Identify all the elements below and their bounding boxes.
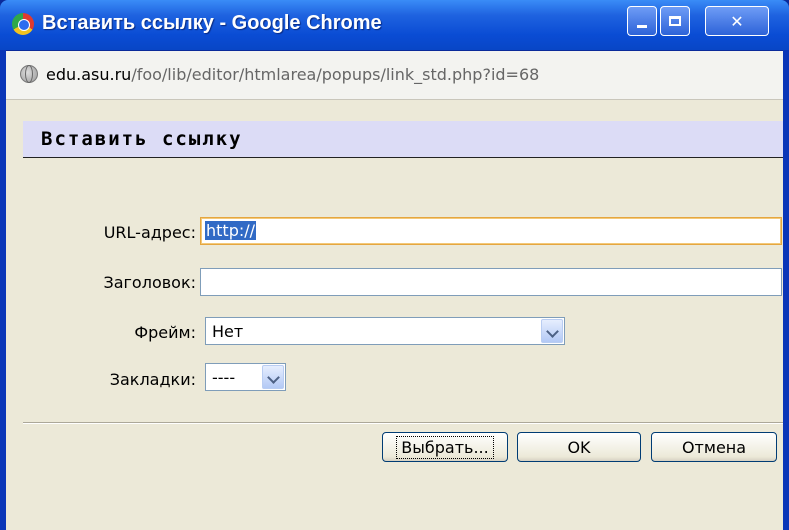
url-input-value: http://: [205, 221, 257, 240]
ok-button-label: OK: [567, 437, 591, 457]
heading-label: Заголовок:: [103, 273, 196, 292]
frame-label: Фрейм:: [134, 323, 196, 342]
window-title: Вставить ссылку - Google Chrome: [42, 12, 382, 34]
dialog-content: Вставить ссылку URL-адрес: http:// Загол…: [6, 100, 783, 530]
browse-button-label: Выбрать...: [396, 435, 494, 459]
frame-select[interactable]: Нет: [205, 317, 565, 345]
browse-button[interactable]: Выбрать...: [382, 432, 508, 462]
address-path: /foo/lib/editor/htmlarea/popups/link_std…: [131, 65, 540, 84]
cancel-button-label: Отмена: [681, 437, 747, 457]
minimize-button[interactable]: [627, 6, 657, 36]
close-button[interactable]: ✕: [705, 6, 769, 36]
ok-button[interactable]: OK: [517, 432, 641, 462]
address-host: edu.asu.ru: [46, 65, 132, 84]
chrome-icon: [12, 13, 34, 35]
dialog-header: Вставить ссылку: [23, 121, 783, 158]
maximize-icon: [669, 16, 681, 26]
window-frame-right: [783, 50, 789, 530]
url-label: URL-адрес:: [103, 223, 196, 242]
maximize-button[interactable]: [660, 6, 690, 36]
close-icon: ✕: [730, 11, 744, 31]
cancel-button[interactable]: Отмена: [651, 432, 777, 462]
url-input[interactable]: http://: [200, 217, 782, 245]
divider: [23, 422, 783, 424]
bookmarks-label: Закладки:: [109, 370, 196, 389]
chevron-down-icon[interactable]: [262, 365, 284, 389]
bookmarks-select[interactable]: ----: [205, 363, 286, 391]
bookmarks-select-value: ----: [212, 368, 236, 387]
address-bar[interactable]: edu.asu.ru/foo/lib/editor/htmlarea/popup…: [6, 51, 783, 100]
globe-icon: [20, 65, 38, 83]
title-bar[interactable]: Вставить ссылку - Google Chrome ✕: [0, 0, 789, 50]
chevron-down-icon[interactable]: [541, 319, 563, 343]
minimize-icon: [637, 24, 647, 28]
dialog-title: Вставить ссылку: [41, 128, 243, 150]
frame-select-value: Нет: [212, 322, 244, 341]
heading-input[interactable]: [200, 268, 782, 296]
address-url[interactable]: edu.asu.ru/foo/lib/editor/htmlarea/popup…: [46, 65, 539, 84]
